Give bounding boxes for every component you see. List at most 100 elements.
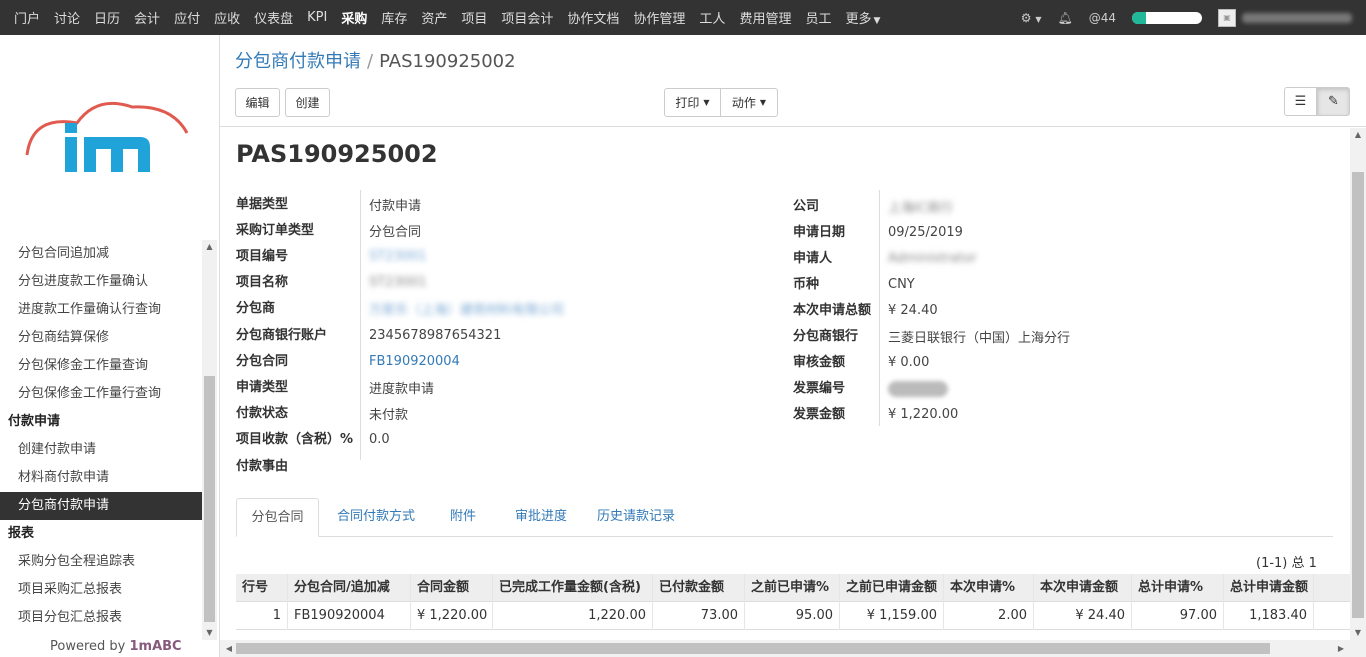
table-cell: 1,220.00 xyxy=(493,601,653,630)
main-scrollbar[interactable]: ▲ ▼ xyxy=(1350,128,1366,640)
redacted-value xyxy=(888,380,948,397)
sidebar-item[interactable]: 进度款工作量确认行查询 xyxy=(0,296,202,324)
bell-icon[interactable]: 🔔︎ xyxy=(1057,11,1072,25)
action-dropdown[interactable]: 动作 ▼ xyxy=(720,88,778,117)
field-label: 本次申请总额 xyxy=(793,302,872,318)
breadcrumb-parent[interactable]: 分包商付款申请 xyxy=(235,51,361,72)
user-menu[interactable]: ▣ xyxy=(1218,8,1352,27)
sidebar-item[interactable]: 分包保修金工作量行查询 xyxy=(0,380,202,408)
column-header[interactable]: 合同金额 xyxy=(411,573,493,602)
main-menu: 门户 讨论 日历 会计 应付 应收 仪表盘 KPI 采购 库存 资产 项目 项目会计 协作文档 协作管理 工人… xyxy=(14,0,894,35)
field-value-text[interactable]: FB190920004 xyxy=(369,354,460,369)
table-cell: 2.00 xyxy=(944,601,1034,630)
field-label: 分包商银行账户 xyxy=(236,327,328,343)
column-header[interactable]: 行号 xyxy=(236,573,288,602)
create-button[interactable]: 创建 xyxy=(285,88,330,117)
tab-0[interactable]: 分包合同 xyxy=(236,498,319,537)
sidebar-item[interactable]: 创建付款申请 xyxy=(0,436,202,464)
menu-item-12[interactable]: 项目会计 xyxy=(501,8,553,27)
column-header[interactable]: 本次申请金额 xyxy=(1034,573,1132,602)
menu-item-15[interactable]: 工人 xyxy=(699,8,725,27)
table-cell: 73.00 xyxy=(653,601,745,630)
scroll-left-icon[interactable]: ◀ xyxy=(222,640,236,657)
field-value: 0.0 xyxy=(369,427,390,453)
horizontal-scrollbar[interactable]: ◀ ▶ xyxy=(220,640,1366,657)
sidebar-item[interactable]: 分包进度款工作量确认 xyxy=(0,268,202,296)
menu-item-17[interactable]: 员工 xyxy=(805,8,831,27)
menu-item-3[interactable]: 会计 xyxy=(134,8,160,27)
scrollbar-thumb[interactable] xyxy=(1352,172,1364,618)
tab-3[interactable]: 审批进度 xyxy=(498,498,584,537)
field-value-text[interactable]: ST23001 xyxy=(369,249,427,264)
table-cell: ¥ 1,159.00 xyxy=(840,601,944,630)
scroll-right-icon[interactable]: ▶ xyxy=(1334,640,1348,657)
table-cell: 1 xyxy=(236,601,288,630)
field-value-text[interactable]: 万家乐（上海）建筑材料有限公司 xyxy=(369,299,564,318)
menu-item-11[interactable]: 项目 xyxy=(461,8,487,27)
mentions-counter[interactable]: @44 xyxy=(1089,11,1116,25)
column-header[interactable]: 总计申请金额 xyxy=(1224,573,1314,602)
column-header[interactable]: 已付款金额 xyxy=(653,573,745,602)
brand-link[interactable]: 1mABC xyxy=(129,639,181,654)
menu-item-2[interactable]: 日历 xyxy=(94,8,120,27)
sidebar-item[interactable]: 分包合同追加减 xyxy=(0,240,202,268)
column-header[interactable]: 已完成工作量金额(含税) xyxy=(493,573,653,602)
scroll-down-icon[interactable]: ▼ xyxy=(202,626,217,640)
table-cell: 97.00 xyxy=(1132,601,1224,630)
menu-item-16[interactable]: 费用管理 xyxy=(739,8,791,27)
sidebar-item[interactable]: 采购分包全程追踪表 xyxy=(0,548,202,576)
breadcrumb-separator: / xyxy=(367,51,374,72)
scroll-down-icon[interactable]: ▼ xyxy=(1350,626,1366,640)
field-value-text: 未付款 xyxy=(369,408,409,424)
sidebar-item[interactable]: 分包商付款申请 xyxy=(0,492,202,520)
sidebar-item[interactable]: 分包保修金工作量查询 xyxy=(0,352,202,380)
menu-item-7[interactable]: KPI xyxy=(307,10,327,25)
field-label: 付款状态 xyxy=(236,406,289,422)
column-header[interactable]: 总计申请% xyxy=(1132,573,1224,602)
table-cell: 1,183.40 xyxy=(1224,601,1314,630)
edit-button[interactable]: 编辑 xyxy=(235,88,280,117)
field-value[interactable]: ST23001 xyxy=(369,243,427,269)
list-view-button[interactable]: ☰ xyxy=(1284,87,1317,116)
field-value[interactable]: FB190920004 xyxy=(369,348,460,374)
scrollbar-thumb[interactable] xyxy=(236,643,1270,654)
sidebar-scrollbar[interactable]: ▲ ▼ xyxy=(202,240,217,640)
menu-item-9[interactable]: 库存 xyxy=(381,8,407,27)
menu-item-1[interactable]: 讨论 xyxy=(54,8,80,27)
field-value[interactable]: 万家乐（上海）建筑材料有限公司 xyxy=(369,296,564,322)
menu-item-14[interactable]: 协作管理 xyxy=(633,8,685,27)
menu-item-13[interactable]: 协作文档 xyxy=(567,8,619,27)
tab-2[interactable]: 附件 xyxy=(436,498,490,537)
tab-4[interactable]: 历史请款记录 xyxy=(586,498,686,537)
column-header[interactable]: 之前已申请% xyxy=(745,573,840,602)
scrollbar-thumb[interactable] xyxy=(204,376,215,622)
table-row[interactable]: 1 FB190920004 ¥ 1,220.00 1,220.00 73.00 95.00… xyxy=(236,601,1350,630)
system-tray: ⚙ ▼ 🔔︎ @44 ▣ xyxy=(1005,0,1352,35)
menu-item-5[interactable]: 应收 xyxy=(214,8,240,27)
sidebar-item[interactable]: 分包商结算保修 xyxy=(0,324,202,352)
field-label: 发票编号 xyxy=(793,381,846,397)
sidebar-item[interactable]: 项目采购汇总报表 xyxy=(0,576,202,604)
menu-item-4[interactable]: 应付 xyxy=(174,8,200,27)
column-header[interactable]: 分包合同/追加减 xyxy=(288,573,411,602)
scroll-up-icon[interactable]: ▲ xyxy=(1350,128,1366,142)
gear-icon[interactable]: ⚙ ▼ xyxy=(1021,11,1042,25)
avatar: ▣ xyxy=(1218,8,1236,27)
print-dropdown[interactable]: 打印 ▼ xyxy=(664,88,721,117)
menu-item-10[interactable]: 资产 xyxy=(421,8,447,27)
menu-item-8[interactable]: 采购 xyxy=(341,8,367,27)
menu-item-0[interactable]: 门户 xyxy=(14,8,40,27)
tab-1[interactable]: 合同付款方式 xyxy=(326,498,426,537)
field-value-text: ¥ 24.40 xyxy=(888,302,938,318)
column-header[interactable]: 之前已申请金额 xyxy=(840,573,944,602)
column-header[interactable]: 本次申请% xyxy=(944,573,1034,602)
field-value: ¥ 24.40 xyxy=(888,297,938,323)
menu-item-6[interactable]: 仪表盘 xyxy=(254,8,293,27)
menu-more[interactable]: 更多 ▼ xyxy=(845,8,880,27)
form-sheet: PAS190925002 单据类型 付款申请 采购订单类型 分包合同 项目编号 ST230… xyxy=(220,128,1350,640)
sidebar: 分包合同追加减 分包进度款工作量确认 进度款工作量确认行查询 分包商结算保修 分包保修金… xyxy=(0,35,220,657)
form-view-button[interactable]: ✎ xyxy=(1317,87,1350,116)
scroll-up-icon[interactable]: ▲ xyxy=(202,240,217,254)
sidebar-item[interactable]: 材料商付款申请 xyxy=(0,464,202,492)
sidebar-item[interactable]: 项目分包汇总报表 xyxy=(0,604,202,632)
